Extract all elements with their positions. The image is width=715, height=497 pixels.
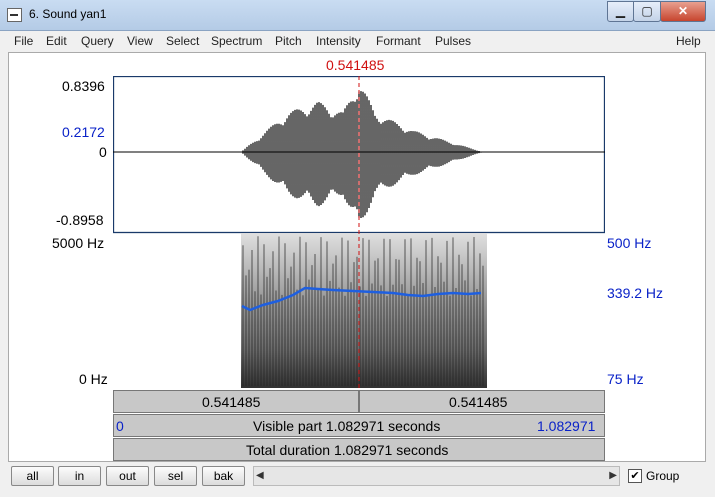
spectrogram-top-freq: 5000 Hz xyxy=(52,235,105,251)
pitch-bottom: 75 Hz xyxy=(607,371,644,387)
cursor-time-label: 0.541485 xyxy=(326,57,385,73)
bak-button[interactable]: bak xyxy=(202,466,245,486)
pitch-value: 339.2 Hz xyxy=(607,285,664,301)
menu-select[interactable]: Select xyxy=(166,34,199,48)
visible-start: 0 xyxy=(116,418,124,434)
menu-bar: File Edit Query View Select Spectrum Pit… xyxy=(8,31,706,51)
group-label: Group xyxy=(646,469,680,483)
time-bar-right[interactable]: 0.541485 xyxy=(359,390,605,413)
waveform-ymax: 0.8396 xyxy=(62,78,105,94)
spectrogram-bottom-freq: 0 Hz xyxy=(79,371,108,387)
menu-spectrum[interactable]: Spectrum xyxy=(211,34,262,48)
total-duration-text: Total duration 1.082971 seconds xyxy=(246,442,449,458)
in-button[interactable]: in xyxy=(58,466,101,486)
menu-view[interactable]: View xyxy=(127,34,153,48)
group-checkbox[interactable]: ✔ xyxy=(628,469,642,483)
minimize-button[interactable]: ▁ xyxy=(607,1,634,22)
title-bar: 6. Sound yan1 ▁ ▢ ✕ xyxy=(0,0,715,31)
menu-formant[interactable]: Formant xyxy=(376,34,421,48)
spectrogram xyxy=(241,233,487,388)
out-button[interactable]: out xyxy=(106,466,149,486)
menu-edit[interactable]: Edit xyxy=(46,34,67,48)
menu-help[interactable]: Help xyxy=(676,34,701,48)
all-button[interactable]: all xyxy=(11,466,54,486)
pitch-top: 500 Hz xyxy=(607,235,652,251)
time-right-label: 0.541485 xyxy=(449,394,508,410)
close-button[interactable]: ✕ xyxy=(660,1,706,22)
time-bar-left[interactable]: 0.541485 xyxy=(113,390,359,413)
scroll-right-arrow-icon[interactable]: ▶ xyxy=(609,470,617,481)
visible-part-bar[interactable]: 0 Visible part 1.082971 seconds 1.082971 xyxy=(113,414,605,437)
sel-button[interactable]: sel xyxy=(154,466,197,486)
waveform-ymarker: 0.2172 xyxy=(62,124,105,140)
menu-intensity[interactable]: Intensity xyxy=(316,34,361,48)
total-duration-bar[interactable]: Total duration 1.082971 seconds xyxy=(113,438,605,461)
waveform-zero: 0 xyxy=(99,144,107,160)
window-title: 6. Sound yan1 xyxy=(29,7,107,21)
menu-pitch[interactable]: Pitch xyxy=(275,34,302,48)
visible-end: 1.082971 xyxy=(537,418,596,434)
waveform-ymin: -0.8958 xyxy=(56,212,104,228)
time-left-label: 0.541485 xyxy=(202,394,261,410)
scroll-left-arrow-icon[interactable]: ◀ xyxy=(256,470,264,481)
visible-part-text: Visible part 1.082971 seconds xyxy=(253,418,441,434)
time-scrollbar[interactable]: ◀ ▶ xyxy=(253,466,620,486)
menu-file[interactable]: File xyxy=(14,34,33,48)
app-icon xyxy=(7,8,22,22)
maximize-button[interactable]: ▢ xyxy=(633,1,661,22)
analysis-panel[interactable] xyxy=(113,76,605,388)
menu-query[interactable]: Query xyxy=(81,34,114,48)
menu-pulses[interactable]: Pulses xyxy=(435,34,471,48)
